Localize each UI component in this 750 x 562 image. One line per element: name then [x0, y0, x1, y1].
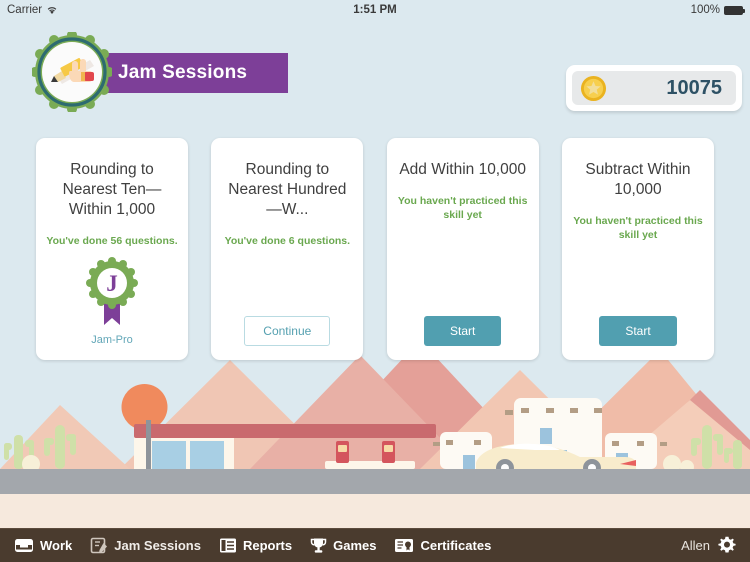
gear-icon[interactable] [718, 536, 736, 554]
battery-percent-label: 100% [690, 4, 720, 16]
star-coin-icon [580, 75, 607, 101]
jam-pro-badge: J Jam-Pro [83, 257, 141, 346]
skill-card-title: Add Within 10,000 [399, 161, 526, 178]
trophy-icon [310, 538, 327, 553]
coin-counter: 10075 [566, 65, 742, 111]
status-bar-right: 100% [690, 4, 745, 16]
jam-pro-rosette-icon: J [86, 257, 138, 325]
nav-item-certificates[interactable]: Certificates [394, 537, 491, 554]
status-bar-left: Carrier [7, 4, 58, 16]
skill-card-title: Subtract Within 10,000 [585, 161, 691, 198]
skill-card[interactable]: Add Within 10,000 You haven't practiced … [386, 138, 539, 360]
bottom-navigation-bar: Work Jam Sessions Reports Games Certific… [0, 528, 750, 562]
status-bar: Carrier 1:51 PM 100% [0, 0, 750, 20]
nav-label-reports: Reports [242, 537, 293, 553]
jam-pro-badge-label: Jam-Pro [91, 334, 133, 346]
inbox-tray-icon [15, 538, 33, 552]
checklist-icon [219, 538, 236, 552]
skill-card[interactable]: Rounding to Nearest Ten—Within 1,000 You… [36, 138, 188, 360]
pencil-hand-badge-icon [32, 32, 112, 112]
nav-item-games[interactable]: Games [310, 537, 376, 554]
nav-item-jam-sessions[interactable]: Jam Sessions [90, 537, 201, 554]
user-name-label[interactable]: Allen [681, 538, 710, 553]
nav-item-reports[interactable]: Reports [219, 537, 292, 554]
coin-counter-inner: 10075 [572, 71, 736, 105]
page-header: Jam Sessions 10075 [0, 24, 750, 114]
nav-label-jam-sessions: Jam Sessions [114, 537, 201, 553]
nav-label-games: Games [333, 537, 377, 553]
coin-count: 10075 [666, 76, 722, 99]
start-button[interactable]: Start [423, 316, 502, 346]
skill-card-title: Rounding to Nearest Hundred—W... [228, 161, 347, 218]
continue-button[interactable]: Continue [244, 316, 331, 346]
skill-card-status: You haven't practiced this skill yet [397, 195, 528, 221]
skill-card-title: Rounding to Nearest Ten—Within 1,000 [62, 161, 162, 218]
wifi-icon [47, 7, 57, 14]
nav-divider [0, 528, 750, 529]
skill-card-list: Rounding to Nearest Ten—Within 1,000 You… [0, 138, 750, 360]
nav-right-group: Allen [681, 536, 736, 554]
skill-card-status: You've done 56 questions. [46, 235, 178, 247]
jam-pro-badge-letter: J [106, 271, 118, 296]
skill-card-status: You've done 6 questions. [224, 235, 351, 247]
battery-full-icon [724, 5, 745, 15]
start-button[interactable]: Start [599, 316, 677, 346]
road [0, 469, 750, 494]
carrier-label: Carrier [7, 4, 43, 16]
skill-card[interactable]: Subtract Within 10,000 You haven't pract… [561, 138, 714, 360]
note-pencil-icon [90, 537, 108, 553]
certificate-icon [395, 538, 414, 552]
skill-card[interactable]: Rounding to Nearest Hundred—W... You've … [211, 138, 364, 360]
ground [0, 494, 750, 528]
nav-label-work: Work [40, 537, 73, 553]
nav-item-work[interactable]: Work [14, 537, 72, 554]
status-bar-time: 1:51 PM [353, 4, 397, 16]
page-title: Jam Sessions [118, 62, 248, 83]
nav-label-certificates: Certificates [420, 537, 492, 553]
skill-card-status: You haven't practiced this skill yet [573, 215, 703, 241]
